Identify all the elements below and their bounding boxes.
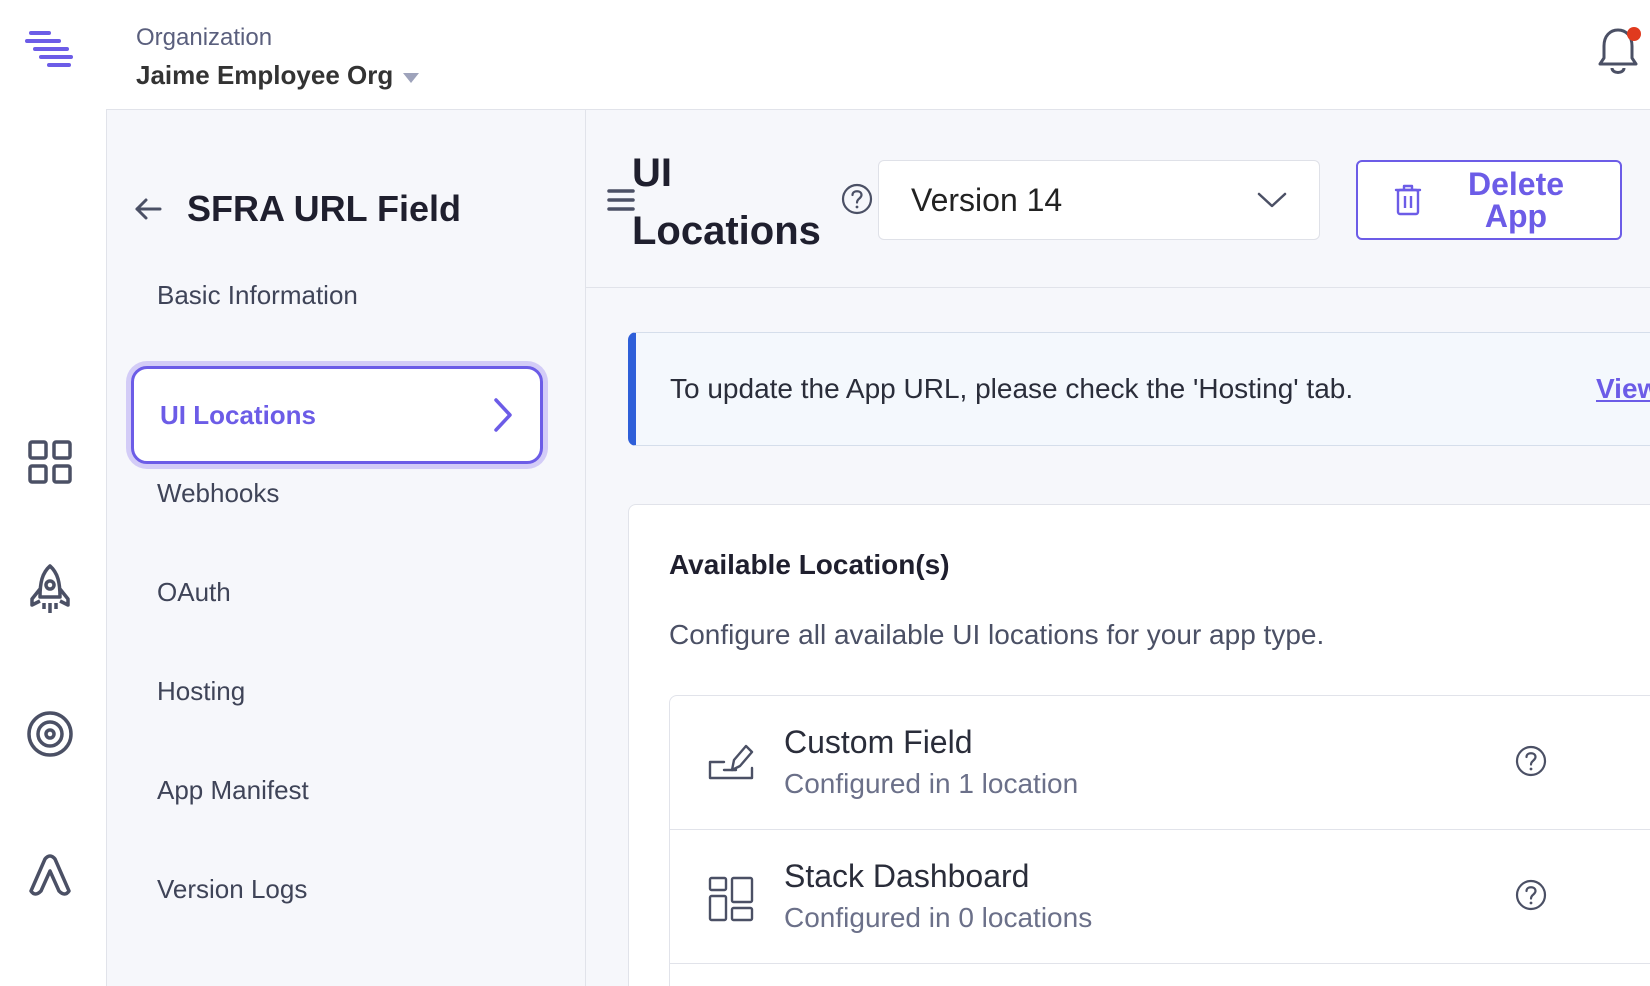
- version-select[interactable]: Version 14: [878, 160, 1320, 240]
- page-header: UI Locations Version 14 Delete App: [586, 110, 1650, 288]
- caret-down-icon: [403, 72, 420, 83]
- custom-field-icon: [706, 740, 756, 790]
- automate-icon[interactable]: [24, 848, 76, 900]
- card-description: Configure all available UI locations for…: [669, 619, 1325, 650]
- location-list: Custom Field Configured in 1 location St…: [669, 695, 1650, 986]
- available-locations-card: Available Location(s) Configure all avai…: [628, 504, 1650, 986]
- dashboard-grid-icon[interactable]: [24, 436, 76, 488]
- app-settings-sidebar: SFRA URL Field Basic Information UI Loca…: [106, 110, 586, 986]
- logo-icon[interactable]: [24, 22, 76, 74]
- sidebar-item-label: UI Locations: [160, 399, 317, 430]
- location-row-custom-field[interactable]: Custom Field Configured in 1 location: [670, 696, 1650, 830]
- left-rail: [0, 0, 106, 986]
- target-icon[interactable]: [24, 708, 76, 760]
- sidebar-header: SFRA URL Field: [133, 188, 461, 230]
- notification-bell-icon[interactable]: [1590, 24, 1650, 80]
- rocket-icon[interactable]: [24, 564, 76, 620]
- sidebar-item-app-manifest[interactable]: App Manifest: [157, 775, 309, 806]
- location-status: Configured in 1 location: [784, 768, 1079, 799]
- alert-message: To update the App URL, please check the …: [670, 373, 1354, 404]
- location-status: Configured in 0 locations: [784, 902, 1093, 933]
- location-row-partial: [670, 964, 1650, 986]
- sidebar-item-ui-locations[interactable]: UI Locations: [131, 366, 543, 464]
- help-icon[interactable]: [1514, 744, 1548, 783]
- sidebar-item-oauth[interactable]: OAuth: [157, 577, 231, 608]
- delete-app-button[interactable]: Delete App: [1356, 160, 1622, 240]
- chevron-right-icon: [494, 398, 512, 432]
- page-title: UI Locations: [632, 151, 821, 253]
- delete-app-label: Delete App: [1467, 166, 1565, 234]
- chevron-down-icon: [1257, 192, 1287, 208]
- location-name: Stack Dashboard: [784, 858, 1030, 894]
- org-name: Jaime Employee Org: [136, 60, 394, 90]
- main-content: UI Locations Version 14 Delete App To up…: [586, 110, 1650, 986]
- trash-icon: [1394, 184, 1422, 216]
- org-label: Organization: [136, 24, 273, 51]
- sidebar-item-hosting[interactable]: Hosting: [157, 676, 245, 707]
- card-title: Available Location(s): [669, 549, 950, 580]
- sidebar-item-webhooks[interactable]: Webhooks: [157, 478, 279, 509]
- hosting-info-alert: To update the App URL, please check the …: [628, 332, 1650, 446]
- back-arrow-icon[interactable]: [133, 194, 163, 224]
- version-select-value: Version 14: [911, 181, 1063, 218]
- app-title: SFRA URL Field: [187, 188, 462, 229]
- org-switcher[interactable]: Jaime Employee Org: [136, 60, 420, 91]
- sidebar-item-basic-information[interactable]: Basic Information: [157, 280, 358, 311]
- app-root: Organization Jaime Employee Org SFRA URL…: [0, 0, 1650, 986]
- location-name: Custom Field: [784, 724, 973, 760]
- location-row-stack-dashboard[interactable]: Stack Dashboard Configured in 0 location…: [670, 830, 1650, 964]
- top-header: Organization Jaime Employee Org: [106, 0, 1650, 110]
- stack-dashboard-icon: [706, 874, 756, 924]
- help-icon[interactable]: [1514, 878, 1548, 917]
- help-icon[interactable]: [840, 182, 874, 221]
- sidebar-item-version-logs[interactable]: Version Logs: [157, 874, 307, 905]
- alert-view-link[interactable]: View: [1596, 373, 1650, 405]
